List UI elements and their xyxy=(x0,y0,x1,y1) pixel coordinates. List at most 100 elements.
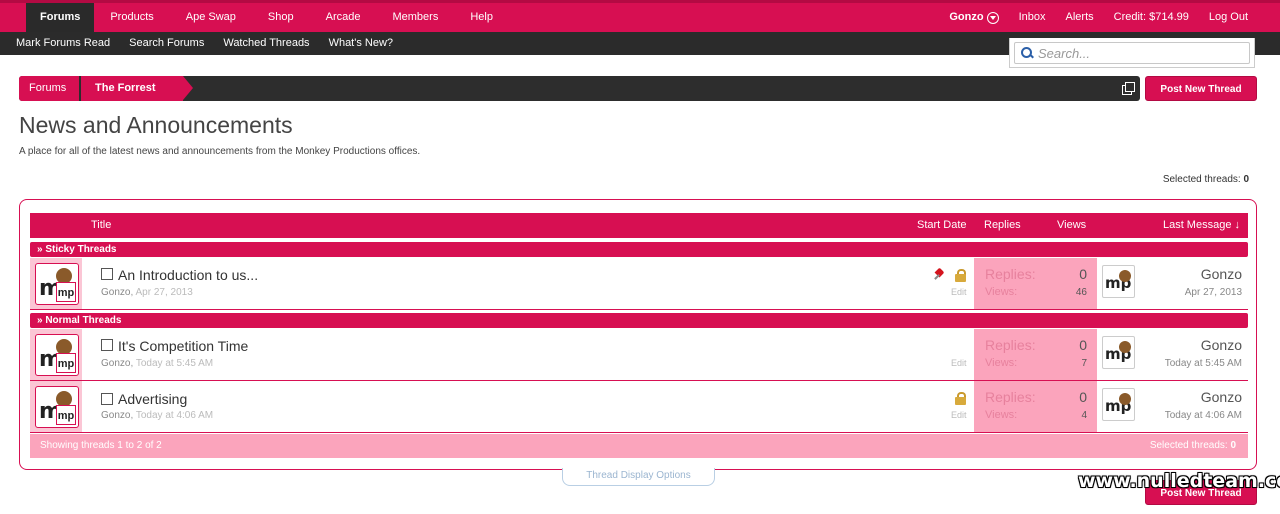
edit-link[interactable]: Edit xyxy=(951,287,967,297)
tab-help[interactable]: Help xyxy=(454,3,509,32)
avatar[interactable]: m mp xyxy=(35,386,79,428)
thread-checkbox[interactable] xyxy=(101,339,113,351)
last-poster-avatar[interactable]: mp xyxy=(1102,336,1135,369)
avatar-badge: mp xyxy=(56,353,76,373)
thread-author[interactable]: Gonzo xyxy=(101,287,130,298)
views-count: 4 xyxy=(1081,410,1087,421)
thread-stats: Replies: 0 Views: 46 xyxy=(974,258,1097,309)
tab-products[interactable]: Products xyxy=(94,3,169,32)
credit-link[interactable]: Credit: $714.99 xyxy=(1104,3,1199,32)
replies-label: Replies: xyxy=(985,389,1036,405)
avatar-cell: m mp xyxy=(30,381,82,432)
monkey-icon xyxy=(1119,341,1131,353)
thread-title[interactable]: An Introduction to us... xyxy=(118,267,258,283)
expand-icon[interactable] xyxy=(1122,82,1135,95)
header-views[interactable]: Views xyxy=(1057,213,1086,238)
header-start-date[interactable]: Start Date xyxy=(917,213,967,238)
thread-stats: Replies: 0 Views: 7 xyxy=(974,329,1097,380)
thread-title[interactable]: It's Competition Time xyxy=(118,338,248,354)
thread-meta: Gonzo, Apr 27, 2013 xyxy=(101,287,193,298)
inbox-link[interactable]: Inbox xyxy=(1009,3,1056,32)
tab-ape-swap[interactable]: Ape Swap xyxy=(170,3,252,32)
breadcrumb-current[interactable]: The Forrest xyxy=(79,76,183,101)
edit-link[interactable]: Edit xyxy=(951,358,967,368)
last-post-date[interactable]: Today at 4:06 AM xyxy=(1165,410,1242,421)
header-title[interactable]: Title xyxy=(91,213,111,238)
thread-date[interactable]: Today at 5:45 AM xyxy=(136,358,213,369)
watermark: www.nulledteam.com xyxy=(1078,470,1280,492)
tab-shop[interactable]: Shop xyxy=(252,3,310,32)
breadcrumb: Forums The Forrest xyxy=(19,76,1140,101)
last-post-date[interactable]: Apr 27, 2013 xyxy=(1185,287,1242,298)
page-description: A place for all of the latest news and a… xyxy=(19,146,421,157)
tab-arcade[interactable]: Arcade xyxy=(310,3,377,32)
watched-threads-link[interactable]: Watched Threads xyxy=(223,32,309,55)
lock-icon xyxy=(955,269,966,282)
last-poster[interactable]: Gonzo xyxy=(1201,337,1242,353)
thread-date[interactable]: Apr 27, 2013 xyxy=(135,287,192,298)
views-count: 7 xyxy=(1081,358,1087,369)
selected-count: 0 xyxy=(1243,174,1249,185)
thread-stats: Replies: 0 Views: 4 xyxy=(974,381,1097,432)
edit-link[interactable]: Edit xyxy=(951,410,967,420)
top-nav: Forums Products Ape Swap Shop Arcade Mem… xyxy=(0,0,1280,32)
selected-threads-counter: Selected threads: 0 xyxy=(1163,174,1249,185)
sticky-threads-section: » Sticky Threads xyxy=(30,242,1248,257)
tab-members[interactable]: Members xyxy=(376,3,454,32)
avatar-badge: mp xyxy=(56,282,76,302)
page-title: News and Announcements xyxy=(19,112,293,138)
avatar-cell: m mp xyxy=(30,329,82,380)
thread-title[interactable]: Advertising xyxy=(118,391,187,407)
thread-author[interactable]: Gonzo xyxy=(101,410,130,421)
thread-list-header: Title Start Date Replies Views Last Mess… xyxy=(30,213,1248,238)
last-poster-avatar[interactable]: mp xyxy=(1102,265,1135,298)
breadcrumb-arrow xyxy=(183,76,193,100)
selected-threads-footer[interactable]: Selected threads: 0 xyxy=(1150,434,1236,458)
thread-meta: Gonzo, Today at 4:06 AM xyxy=(101,410,214,421)
logout-link[interactable]: Log Out xyxy=(1199,3,1258,32)
whats-new-link[interactable]: What's New? xyxy=(329,32,393,55)
last-post-date[interactable]: Today at 5:45 AM xyxy=(1165,358,1242,369)
last-poster[interactable]: Gonzo xyxy=(1201,266,1242,282)
search-forums-link[interactable]: Search Forums xyxy=(129,32,204,55)
tab-forums[interactable]: Forums xyxy=(26,3,95,32)
header-replies[interactable]: Replies xyxy=(984,213,1021,238)
thread-date[interactable]: Today at 4:06 AM xyxy=(136,410,213,421)
search-container: Search... xyxy=(1009,38,1255,68)
search-placeholder: Search... xyxy=(1038,45,1091,61)
last-poster[interactable]: Gonzo xyxy=(1201,389,1242,405)
replies-label: Replies: xyxy=(985,266,1036,282)
avatar-badge: mp xyxy=(56,405,76,425)
replies-count: 0 xyxy=(1079,337,1087,353)
views-label: Views: xyxy=(985,409,1018,421)
avatar[interactable]: m mp xyxy=(35,334,79,376)
search-input[interactable]: Search... xyxy=(1014,42,1250,64)
last-poster-avatar[interactable]: mp xyxy=(1102,388,1135,421)
thread-display-options-toggle[interactable]: Thread Display Options xyxy=(562,468,715,486)
views-count: 46 xyxy=(1075,287,1087,298)
thread-checkbox[interactable] xyxy=(101,393,113,405)
replies-count: 0 xyxy=(1079,266,1087,282)
post-new-thread-button[interactable]: Post New Thread xyxy=(1145,76,1257,101)
selected-label: Selected threads: xyxy=(1149,440,1228,451)
account-nav: Gonzo Inbox Alerts Credit: $714.99 Log O… xyxy=(939,3,1258,32)
header-last-message[interactable]: Last Message ↓ xyxy=(1163,213,1240,238)
mark-forums-read-link[interactable]: Mark Forums Read xyxy=(16,32,110,55)
thread-list-footer: Showing threads 1 to 2 of 2 Selected thr… xyxy=(30,434,1248,458)
user-menu[interactable]: Gonzo xyxy=(939,3,1008,32)
views-label: Views: xyxy=(985,357,1018,369)
alerts-link[interactable]: Alerts xyxy=(1056,3,1104,32)
avatar[interactable]: m mp xyxy=(35,263,79,305)
views-label: Views: xyxy=(985,286,1018,298)
replies-count: 0 xyxy=(1079,389,1087,405)
thread-author[interactable]: Gonzo xyxy=(101,358,130,369)
thread-checkbox[interactable] xyxy=(101,268,113,280)
normal-threads-section: » Normal Threads xyxy=(30,313,1248,328)
lock-icon xyxy=(955,392,966,405)
table-row: m mp An Introduction to us... Gonzo, Apr… xyxy=(30,258,1248,310)
search-icon xyxy=(1021,47,1033,59)
table-row: m mp It's Competition Time Gonzo, Today … xyxy=(30,329,1248,381)
thread-meta: Gonzo, Today at 5:45 AM xyxy=(101,358,214,369)
table-row: m mp Advertising Gonzo, Today at 4:06 AM… xyxy=(30,381,1248,433)
avatar-cell: m mp xyxy=(30,258,82,309)
